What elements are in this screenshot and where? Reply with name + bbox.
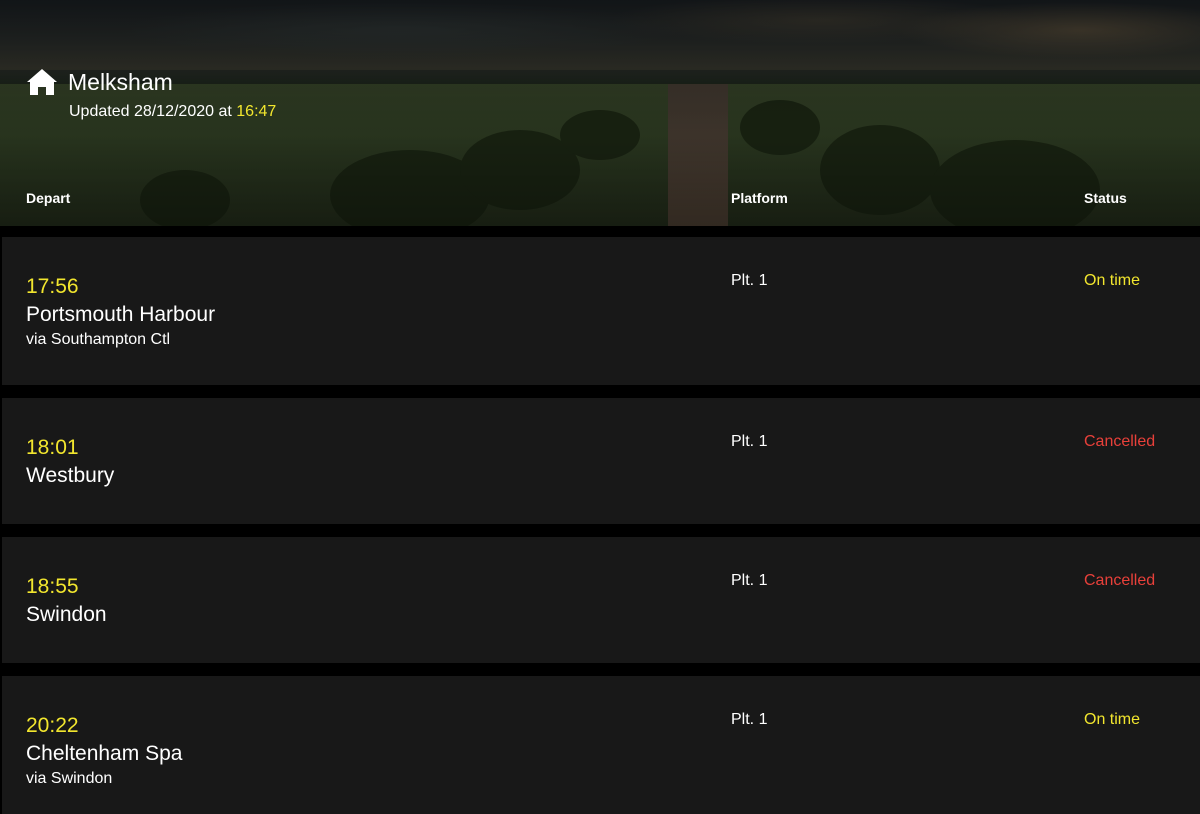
- departure-time: 17:56: [26, 275, 79, 298]
- destination: Portsmouth Harbour: [26, 303, 216, 326]
- updated-timestamp: Updated 28/12/2020 at 16:47: [69, 103, 276, 121]
- column-header-depart: Depart: [26, 190, 71, 206]
- departure-row[interactable]: 17:56 Portsmouth Harbour via Southampton…: [2, 237, 1200, 385]
- station-title: Melksham: [26, 68, 173, 96]
- column-header-status: Status: [1084, 190, 1127, 206]
- platform: Plt. 1: [731, 711, 768, 728]
- via-text: via Swindon: [26, 770, 113, 787]
- via-text: via Southampton Ctl: [26, 331, 171, 348]
- status-text: Cancelled: [1084, 572, 1156, 589]
- departure-row[interactable]: 18:01 Westbury Plt. 1 Cancelled: [2, 398, 1200, 524]
- destination: Cheltenham Spa: [26, 742, 183, 765]
- platform: Plt. 1: [731, 272, 768, 289]
- departure-row[interactable]: 20:22 Cheltenham Spa via Swindon Plt. 1 …: [2, 676, 1200, 814]
- platform: Plt. 1: [731, 433, 768, 450]
- departure-time: 18:01: [26, 436, 79, 459]
- home-icon[interactable]: [26, 68, 58, 96]
- departure-time: 20:22: [26, 714, 79, 737]
- station-name: Melksham: [68, 68, 173, 95]
- status-text: Cancelled: [1084, 433, 1156, 450]
- updated-time: 16:47: [236, 103, 277, 120]
- header-banner: Melksham Updated 28/12/2020 at 16:47 Dep…: [0, 0, 1200, 226]
- departure-row[interactable]: 18:55 Swindon Plt. 1 Cancelled: [2, 537, 1200, 663]
- departure-time: 18:55: [26, 575, 79, 598]
- destination: Swindon: [26, 603, 107, 626]
- column-header-platform: Platform: [731, 190, 788, 206]
- status-text: On time: [1084, 711, 1141, 728]
- platform: Plt. 1: [731, 572, 768, 589]
- status-text: On time: [1084, 272, 1141, 289]
- updated-label: Updated 28/12/2020 at: [69, 103, 232, 120]
- destination: Westbury: [26, 464, 115, 487]
